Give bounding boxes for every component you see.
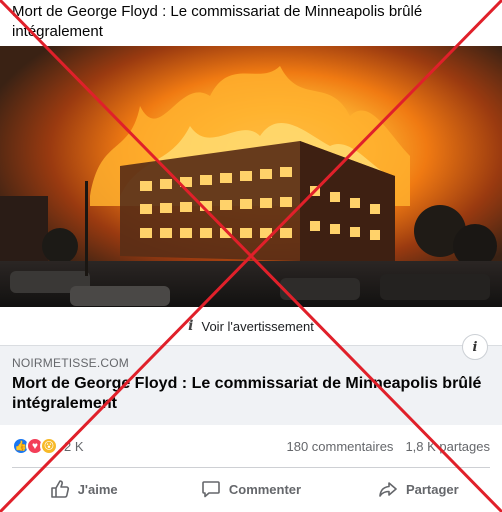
share-button[interactable]: Partager	[335, 470, 502, 508]
comment-icon	[202, 481, 220, 498]
like-button[interactable]: J'aime	[0, 470, 167, 508]
like-label: J'aime	[77, 481, 118, 497]
post-image[interactable]	[0, 46, 502, 307]
divider	[12, 467, 490, 468]
view-warning-button[interactable]: i Voir l'avertissement	[0, 307, 502, 345]
reaction-count[interactable]: 2 K	[64, 439, 84, 454]
action-bar: J'aime Commenter Partager	[0, 470, 502, 508]
share-count[interactable]: 1,8 K partages	[405, 439, 490, 454]
view-warning-label: Voir l'avertissement	[201, 318, 314, 334]
comment-count[interactable]: 180 commentaires	[286, 439, 393, 454]
burning-building-image	[0, 46, 502, 307]
reactions-summary[interactable]: 👍 ♥ 😮 2 K	[12, 437, 84, 455]
link-domain: NOIRMETISSE.COM	[12, 356, 130, 370]
post-text: Mort de George Floyd : Le commissariat d…	[12, 3, 423, 40]
link-preview[interactable]: i NOIRMETISSE.COM Mort de George Floyd :…	[0, 334, 502, 425]
info-icon: i	[188, 318, 194, 334]
wow-reaction-icon: 😮	[40, 437, 58, 455]
comment-button[interactable]: Commenter	[167, 470, 334, 508]
thumbs-up-icon	[50, 480, 69, 498]
info-icon[interactable]: i	[462, 334, 488, 360]
post-stats: 👍 ♥ 😮 2 K 180 commentaires 1,8 K partage…	[0, 425, 502, 467]
link-title[interactable]: Mort de George Floyd : Le commissariat d…	[12, 374, 482, 414]
comment-label: Commenter	[228, 481, 302, 497]
share-arrow-icon	[379, 482, 397, 497]
share-label: Partager	[405, 481, 459, 497]
